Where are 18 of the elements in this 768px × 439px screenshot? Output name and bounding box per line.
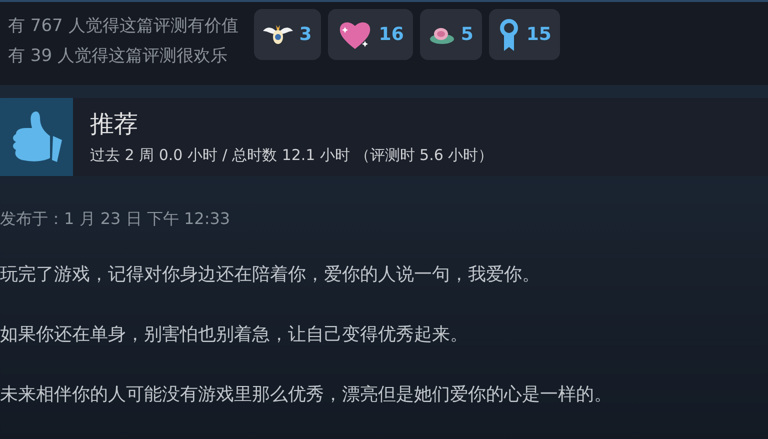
award-count: 15	[526, 24, 552, 45]
award-badge[interactable]: 5	[420, 9, 482, 60]
verdict-title: 推荐	[90, 109, 139, 140]
posted-date: 发布于：1 月 23 日 下午 12:33	[0, 209, 232, 230]
award-badge[interactable]: 16	[328, 9, 413, 60]
award-badge[interactable]: 15	[489, 9, 560, 60]
review-paragraph: 未来相伴你的人可能没有游戏里那么优秀，漂亮但是她们爱你的心是一样的。	[0, 383, 613, 407]
award-count: 16	[378, 24, 404, 45]
award-count: 5	[460, 24, 474, 45]
review-paragraph: 如果你还在单身，别害怕也别着急，让自己变得优秀起来。	[0, 323, 469, 347]
ribbon-icon	[498, 18, 520, 52]
helpful-count-text: 有 39 人觉得这篇评测很欢乐	[8, 45, 228, 68]
award-count: 3	[299, 24, 312, 45]
helpful-count-text: 有 767 人觉得这篇评测有价值	[8, 15, 238, 38]
award-badge[interactable]: 3	[254, 9, 321, 60]
review-paragraph: 玩完了游戏，记得对你身边还在陪着你，爱你的人说一句，我爱你。	[0, 263, 541, 287]
winged-medal-icon	[263, 22, 294, 46]
playtime-text: 过去 2 周 0.0 小时 / 总时数 12.1 小时 （评测时 5.6 小时）	[90, 145, 494, 166]
